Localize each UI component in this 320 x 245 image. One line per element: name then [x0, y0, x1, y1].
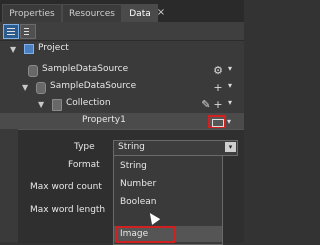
- database-icon: [36, 82, 46, 94]
- tab-properties[interactable]: Properties: [2, 4, 62, 23]
- type-dropdown-list: String Number Boolean Image: [113, 155, 223, 245]
- tree-item-label: Property1: [82, 115, 126, 125]
- tree-item-label: SampleDataSource: [42, 64, 129, 74]
- highlight-box: [115, 226, 175, 243]
- tree-item-label: Collection: [66, 98, 111, 108]
- option-number[interactable]: Number: [114, 176, 222, 192]
- option-label: Number: [120, 179, 157, 189]
- tab-data[interactable]: Data: [122, 4, 158, 23]
- settings-icon[interactable]: ⚙: [212, 64, 224, 77]
- tab-label: Properties: [9, 9, 55, 19]
- expand-icon[interactable]: ▼: [38, 100, 44, 109]
- collection-icon: [52, 99, 62, 111]
- caret-icon[interactable]: ▾: [224, 98, 236, 107]
- option-label: String: [120, 161, 147, 171]
- close-icon[interactable]: ×: [155, 4, 167, 22]
- option-label: Boolean: [120, 197, 157, 207]
- property-type-icon[interactable]: [208, 115, 226, 128]
- chevron-down-icon[interactable]: ▾: [225, 142, 236, 152]
- project-icon: [24, 44, 34, 54]
- tree-item-project[interactable]: ▼ Project: [0, 41, 244, 57]
- list-view-button[interactable]: [3, 24, 19, 39]
- data-panel: Properties Resources Data × ▼ Project Sa…: [0, 0, 244, 245]
- caret-icon[interactable]: ▾: [224, 64, 236, 73]
- caret-icon[interactable]: ▾: [227, 117, 231, 126]
- tab-label: Resources: [69, 9, 115, 19]
- edit-icon[interactable]: ✎: [200, 98, 212, 111]
- tree-item-collection[interactable]: ▼ Collection ✎ + ▾: [0, 96, 244, 112]
- tab-strip: Properties Resources Data ×: [0, 0, 244, 23]
- max-word-length-label: Max word length: [30, 205, 106, 215]
- tree-item-data-source-child[interactable]: ▼ SampleDataSource + ▾: [0, 79, 244, 95]
- expand-icon[interactable]: ▼: [22, 83, 28, 92]
- tree-item-property[interactable]: Property1 ▾: [0, 113, 244, 129]
- data-tree: ▼ Project SampleDataSource ⚙ ▾ ▼ SampleD…: [0, 41, 244, 129]
- expand-icon[interactable]: ▼: [10, 45, 16, 54]
- tree-item-data-source-root[interactable]: SampleDataSource ⚙ ▾: [0, 62, 244, 78]
- tab-resources[interactable]: Resources: [62, 4, 122, 23]
- type-select-value: String: [118, 142, 145, 152]
- property-settings-panel: Type Format Max word count Max word leng…: [18, 129, 244, 245]
- tab-label: Data: [129, 9, 151, 19]
- type-label: Type: [74, 142, 95, 152]
- database-icon: [28, 65, 38, 77]
- grid-icon: [212, 119, 224, 127]
- add-property-icon[interactable]: +: [212, 81, 224, 94]
- tree-item-label: Project: [38, 43, 69, 53]
- details-view-button[interactable]: [20, 24, 36, 39]
- format-label: Format: [68, 160, 100, 170]
- add-property-icon[interactable]: +: [212, 98, 224, 111]
- type-select[interactable]: String ▾: [113, 140, 238, 156]
- option-string[interactable]: String: [114, 158, 222, 174]
- view-toolbar: [0, 22, 244, 41]
- max-word-count-label: Max word count: [30, 182, 102, 192]
- tree-item-label: SampleDataSource: [50, 81, 137, 91]
- option-boolean[interactable]: Boolean: [114, 194, 222, 210]
- caret-icon[interactable]: ▾: [224, 81, 236, 90]
